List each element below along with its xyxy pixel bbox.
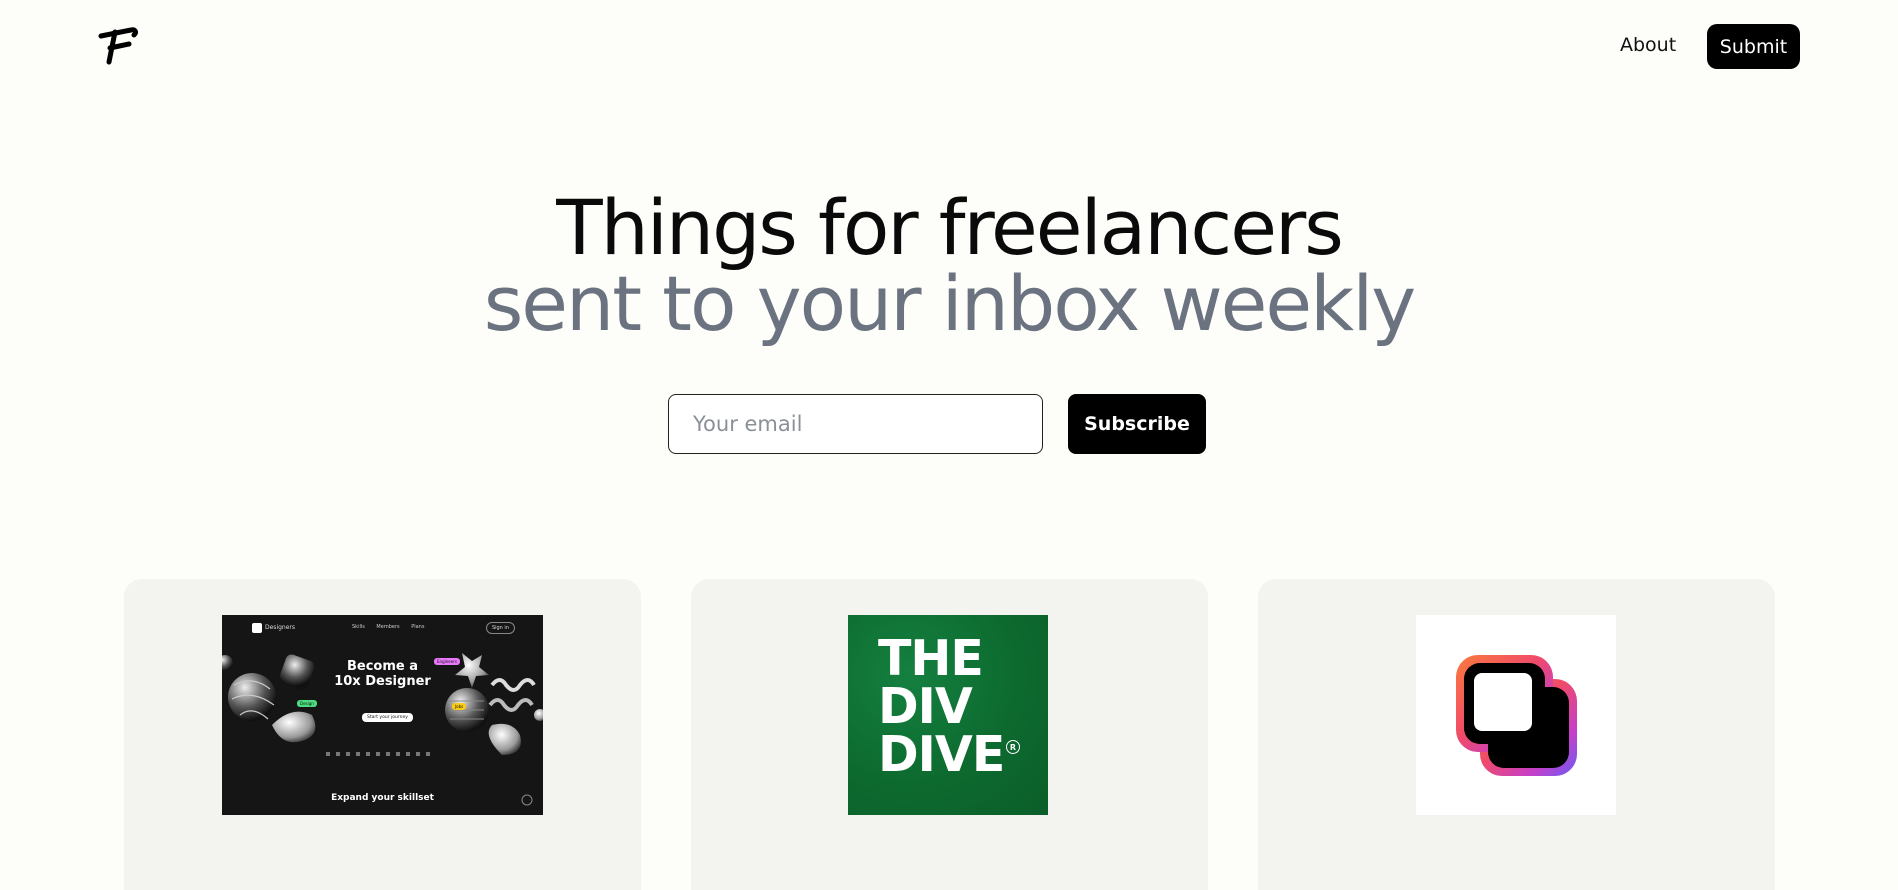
resource-card[interactable]: Designers Skills Members Plans Sign in B… xyxy=(124,579,641,890)
email-input[interactable] xyxy=(668,394,1043,454)
f-logo-icon[interactable] xyxy=(97,24,141,68)
site-header: About Submit xyxy=(0,0,1898,92)
card-thumbnail-10x-designer: Designers Skills Members Plans Sign in B… xyxy=(222,615,543,815)
nav-about-link[interactable]: About xyxy=(1620,34,1676,56)
overlapping-squares-app-icon xyxy=(1456,655,1577,776)
hero-section: Things for freelancers sent to your inbo… xyxy=(0,190,1898,342)
thumbnail-pill-design: Design xyxy=(297,700,317,707)
resource-card[interactable] xyxy=(1258,579,1775,890)
resource-card[interactable]: THE DIV DIVE R xyxy=(691,579,1208,890)
div-dive-logo-text: THE DIV DIVE xyxy=(878,630,1005,783)
thumbnail-headline-line2: 10x Designer xyxy=(334,674,431,689)
hero-subtitle: sent to your inbox weekly xyxy=(483,259,1417,348)
hero-title: Things for freelancers xyxy=(556,183,1344,272)
div-dive-line2: DIV xyxy=(878,678,973,735)
card-thumbnail-div-dive: THE DIV DIVE R xyxy=(848,615,1048,815)
div-dive-line1: THE xyxy=(878,630,984,687)
thumbnail-section-heading: Expand your skillset xyxy=(331,793,434,803)
thumbnail-headline: Become a 10x Designer xyxy=(222,659,543,689)
card-thumbnail-app-icon xyxy=(1416,615,1616,815)
thumbnail-cta: Start your journey xyxy=(362,713,413,722)
thumbnail-pill-engineers: Engineers xyxy=(434,658,460,665)
thumbnail-pill-jobs: Jobs xyxy=(452,703,467,710)
thumbnail-headline-line1: Become a xyxy=(346,659,419,674)
subscribe-button[interactable]: Subscribe xyxy=(1068,394,1206,454)
nav-submit-button[interactable]: Submit xyxy=(1707,24,1800,69)
registered-mark-icon: R xyxy=(1006,740,1020,754)
div-dive-line3: DIVE xyxy=(878,726,1005,783)
